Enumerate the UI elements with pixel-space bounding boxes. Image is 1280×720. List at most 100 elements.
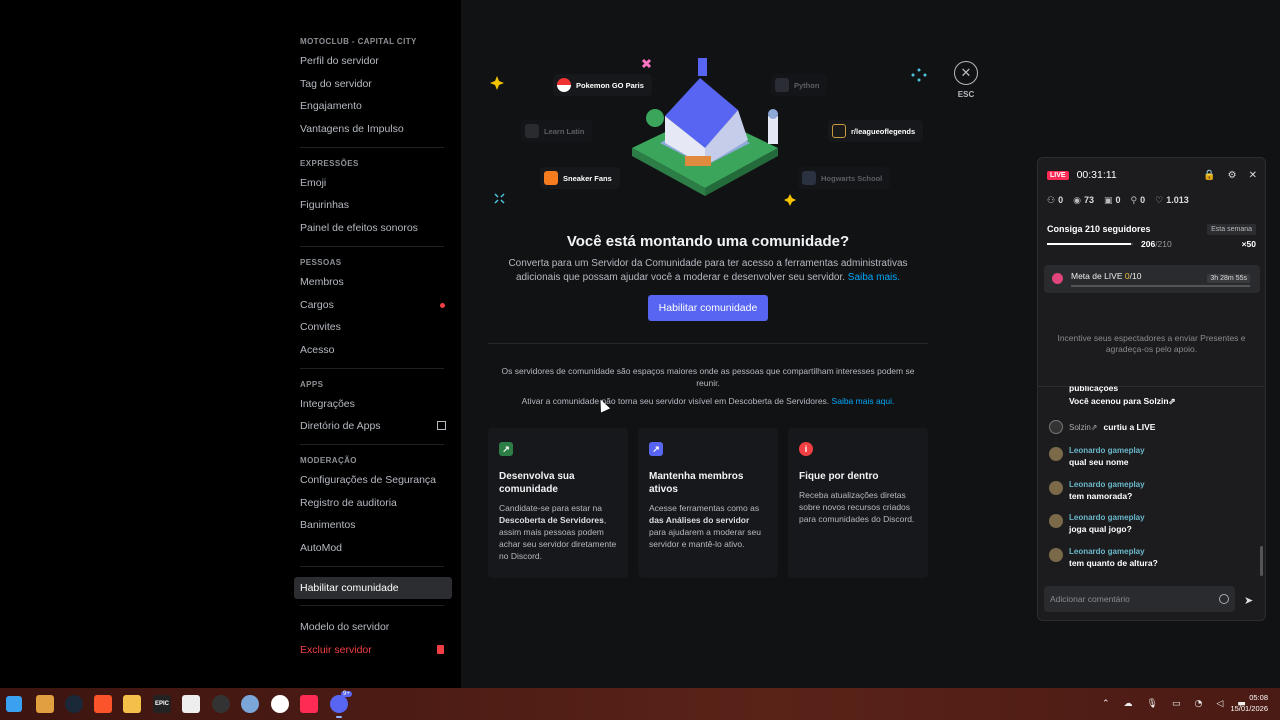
file-explorer-icon[interactable] xyxy=(123,695,141,713)
sidebar-item-invites[interactable]: Convites xyxy=(294,316,452,339)
external-link-icon xyxy=(437,421,446,431)
tag-sneaker: Sneaker Fans xyxy=(540,167,620,189)
sidebar-item-integrations[interactable]: Integrações xyxy=(294,393,452,416)
users-icon: ⚇ xyxy=(1047,196,1056,206)
chevron-up-icon[interactable]: ⌃ xyxy=(1102,699,1110,709)
sidebar-item-enable-community[interactable]: Habilitar comunidade xyxy=(294,576,452,600)
comment-input[interactable]: Adicionar comentário xyxy=(1044,586,1235,612)
league-icon xyxy=(832,124,846,138)
emoji-icon[interactable] xyxy=(1219,594,1229,604)
sidebar-item-safety-settings[interactable]: Configurações de Segurança xyxy=(294,469,452,492)
avatar[interactable] xyxy=(1049,514,1063,528)
sidebar-item-automod[interactable]: AutoMod xyxy=(294,537,452,560)
gifts-empty-text: Incentive seus espectadores a enviar Pre… xyxy=(1057,333,1246,354)
epic-games-icon[interactable]: EPIC xyxy=(153,695,171,713)
tag-label: r/leagueoflegends xyxy=(851,126,916,136)
active-app-indicator xyxy=(336,716,342,718)
sidebar-item-soundboard[interactable]: Painel de efeitos sonoros xyxy=(294,217,452,240)
tag-label: Pokemon GO Paris xyxy=(576,80,644,90)
live-stats: ⚇ 0 ◉ 73 ▣ 0 ⚲ 0 ♡ 1.013 xyxy=(1047,195,1189,206)
avatar[interactable] xyxy=(1049,481,1063,495)
feature-card-grow: ↗ Desenvolva sua comunidade Candidate-se… xyxy=(488,428,628,578)
cast-icon[interactable]: ▭ xyxy=(1172,699,1181,709)
chat-username[interactable]: Leonardo gameplay xyxy=(1069,445,1145,456)
sidebar-item-server-tag[interactable]: Tag do servidor xyxy=(294,73,452,96)
tag-label: Sneaker Fans xyxy=(563,173,612,183)
tag-hogwarts: Hogwarts School xyxy=(798,167,891,189)
sidebar-item-engagement[interactable]: Engajamento xyxy=(294,95,452,118)
clock-time: 05:08 xyxy=(1249,693,1268,702)
live-badge: LIVE xyxy=(1047,170,1069,180)
chat-username[interactable]: Solzin⇗ xyxy=(1069,422,1098,433)
sidebar-item-server-template[interactable]: Modelo do servidor xyxy=(294,616,452,639)
sidebar-item-roles[interactable]: Cargos xyxy=(294,294,452,317)
avatar[interactable] xyxy=(1049,447,1063,461)
apps-header: APPS xyxy=(300,379,324,389)
sidebar-item-members[interactable]: Membros xyxy=(294,271,452,294)
wifi-icon[interactable]: ◔ xyxy=(1195,699,1203,709)
discord-icon[interactable] xyxy=(330,695,348,713)
chat-scrollbar[interactable] xyxy=(1260,546,1263,576)
esc-label: ESC xyxy=(957,90,975,99)
settings-icon[interactable] xyxy=(241,695,259,713)
meta-progress-bar xyxy=(1071,285,1250,287)
sparkle-icon xyxy=(911,68,927,82)
sidebar-item-delete-server[interactable]: Excluir servidor xyxy=(294,639,452,662)
sidebar-item-server-profile[interactable]: Perfil do servidor xyxy=(294,50,452,73)
chat-username[interactable]: Leonardo gameplay xyxy=(1069,546,1158,557)
taskbar: EPIC 9+ ⌃ ☁ 🎙 ▭ ◔ ◁ ▬ 05:08 15/01/2026 xyxy=(0,688,1280,720)
app-icon[interactable] xyxy=(36,695,54,713)
analytics-icon: ↗ xyxy=(649,442,663,456)
tiktok-icon[interactable] xyxy=(300,695,318,713)
store-icon[interactable] xyxy=(182,695,200,713)
avatar[interactable] xyxy=(1049,548,1063,562)
obs-icon[interactable] xyxy=(212,695,230,713)
section-divider xyxy=(488,343,928,344)
learn-more-here-link[interactable]: Saiba mais aqui. xyxy=(832,396,895,406)
chat-username[interactable]: Leonardo gameplay xyxy=(1069,479,1145,490)
enable-community-button[interactable]: Habilitar comunidade xyxy=(648,295,768,321)
close-settings-button[interactable]: ✕ xyxy=(954,61,978,85)
volume-icon[interactable]: ◁ xyxy=(1216,699,1223,709)
gift-icon: ▣ xyxy=(1103,196,1113,206)
tag-label: Hogwarts School xyxy=(821,173,883,183)
likes-stat: ♡ 1.013 xyxy=(1155,195,1189,206)
system-tray: ⌃ ☁ 🎙 ▭ ◔ ◁ ▬ xyxy=(1102,688,1246,720)
live-meta-card[interactable]: Meta de LIVE 0/10 3h 28m 55s xyxy=(1044,265,1260,293)
card-title: Mantenha membros ativos xyxy=(649,471,744,495)
sidebar-item-access[interactable]: Acesso xyxy=(294,339,452,362)
sneaker-icon xyxy=(544,171,558,185)
close-icon[interactable]: ✕ xyxy=(1249,170,1257,181)
sidebar-item-app-directory[interactable]: Diretório de Apps xyxy=(294,415,452,438)
sidebar-item-stickers[interactable]: Figurinhas xyxy=(294,194,452,217)
live-timer: 00:31:11 xyxy=(1076,169,1117,181)
learn-more-link[interactable]: Saiba mais. xyxy=(848,272,900,283)
send-icon[interactable]: ➤ xyxy=(1244,594,1253,607)
pokeball-icon xyxy=(557,78,571,92)
chat-username[interactable]: Leonardo gameplay xyxy=(1069,512,1145,523)
tag-pokemon: Pokemon GO Paris xyxy=(553,74,652,96)
sidebar-item-boost-perks[interactable]: Vantagens de Impulso xyxy=(294,118,452,141)
brave-icon[interactable] xyxy=(94,695,112,713)
heart-icon xyxy=(1049,420,1063,434)
live-chat: publicações Você acenou para Solzin⇗ Sol… xyxy=(1049,386,1249,576)
clock-app-icon[interactable] xyxy=(271,695,289,713)
steam-icon[interactable] xyxy=(65,695,83,713)
lock-icon[interactable]: 🔒 xyxy=(1203,170,1215,181)
trash-icon xyxy=(437,645,444,655)
sidebar-item-bans[interactable]: Banimentos xyxy=(294,514,452,537)
settings-sidebar: MOTOCLUB - CAPITAL CITY Perfil do servid… xyxy=(0,0,461,688)
windows-start-icon[interactable] xyxy=(6,696,22,712)
taskbar-clock[interactable]: 05:08 15/01/2026 xyxy=(1230,692,1268,714)
sidebar-item-emoji[interactable]: Emoji xyxy=(294,172,452,195)
card-title: Fique por dentro xyxy=(799,471,879,482)
card-text: Receba atualizações diretas sobre novos … xyxy=(799,490,915,524)
meta-label: Meta de LIVE 0/10 xyxy=(1071,271,1142,281)
microphone-icon[interactable]: 🎙 xyxy=(1147,699,1158,709)
gear-icon[interactable]: ⚙ xyxy=(1228,170,1237,181)
feature-card-engage: ↗ Mantenha membros ativos Acesse ferrame… xyxy=(638,428,778,578)
discovery-info-text: Ativar a comunidade não torna seu servid… xyxy=(490,395,926,407)
cloud-icon[interactable]: ☁ xyxy=(1124,699,1133,709)
sidebar-divider xyxy=(300,367,444,369)
sidebar-item-audit-log[interactable]: Registro de auditoria xyxy=(294,492,452,515)
